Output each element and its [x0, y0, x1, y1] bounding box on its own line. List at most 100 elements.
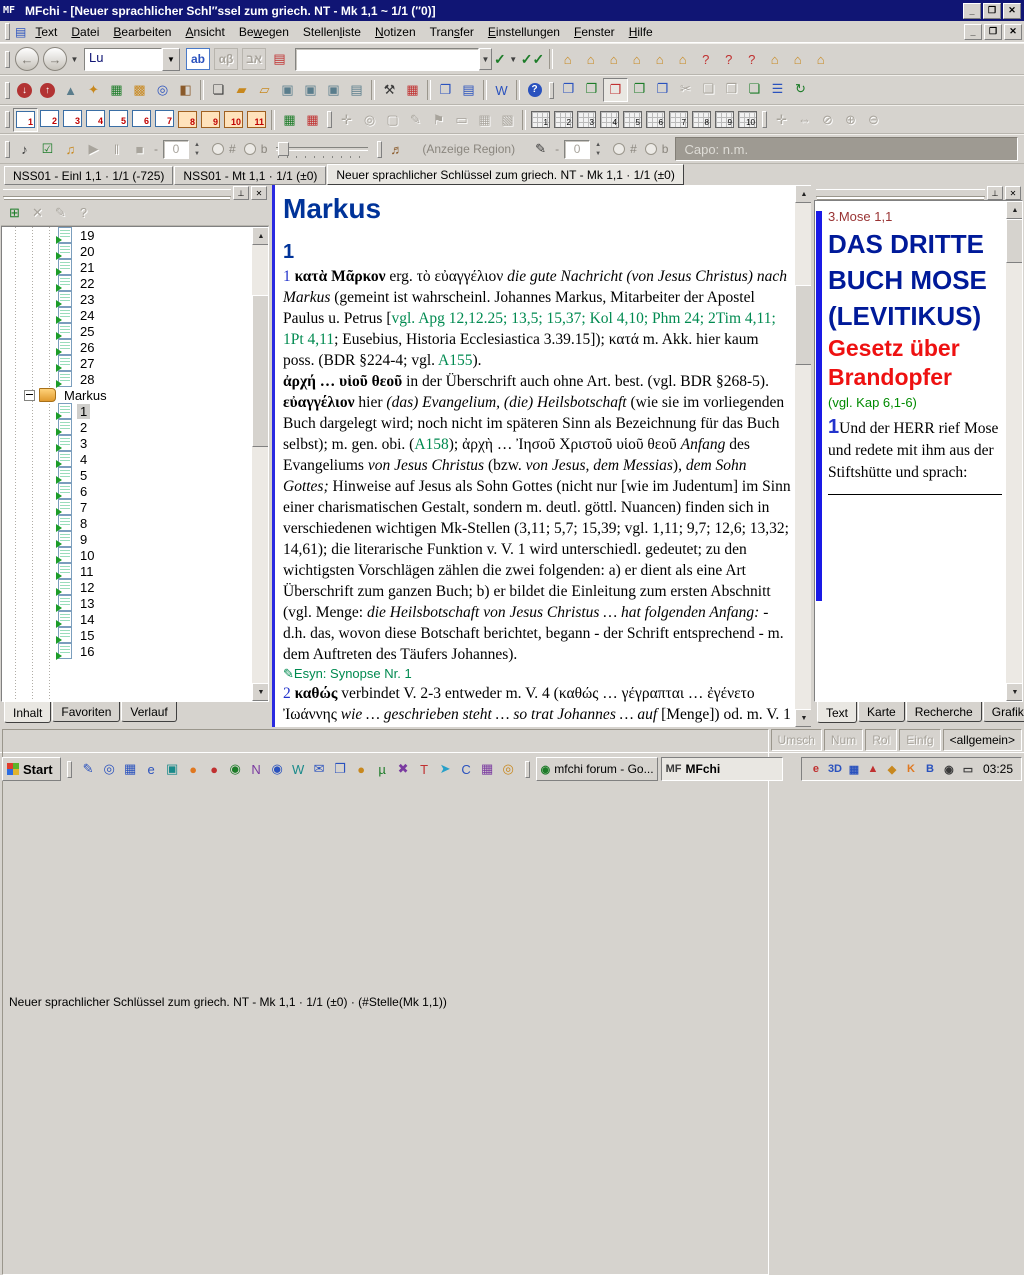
tree-item-chapter[interactable]: 26 — [2, 339, 268, 355]
tree-item-chapter[interactable]: 8 — [2, 515, 268, 531]
contents-panel-header[interactable]: ⊥ ✕ — [1, 185, 269, 200]
menu-datei[interactable]: Datei — [64, 23, 106, 41]
word-icon[interactable]: W — [288, 759, 309, 780]
tree-item-chapter[interactable]: 28 — [2, 371, 268, 387]
imaging-icon[interactable]: ▣ — [162, 759, 183, 780]
avira-tray-icon[interactable]: ▲ — [865, 763, 881, 775]
cascade-windows-button[interactable]: ❐ — [434, 79, 457, 101]
child-close-button[interactable]: ✕ — [1004, 24, 1022, 40]
bible-scrollbar[interactable]: ▲ ▼ — [1006, 201, 1022, 701]
network-places-icon[interactable]: ▦ — [120, 759, 141, 780]
zoom-width-button[interactable]: ⇔ — [793, 109, 816, 131]
task-browser[interactable]: ◉ mfchi forum - Go... — [536, 757, 658, 781]
structure-icon[interactable]: ▦ — [105, 79, 128, 101]
numbering-button[interactable]: ☑ — [36, 138, 59, 160]
table-check-button[interactable]: ▦ — [301, 109, 324, 131]
swirl-icon[interactable]: ◎ — [498, 759, 519, 780]
tree-item-chapter[interactable]: 13 — [2, 595, 268, 611]
layout-7-button[interactable]: 7 — [153, 108, 176, 130]
tree-item-chapter[interactable]: 3 — [2, 435, 268, 451]
tab-verlauf[interactable]: Verlauf — [121, 702, 176, 722]
slider-thumb[interactable] — [278, 142, 289, 156]
refresh-button[interactable]: ↻ — [789, 78, 812, 100]
table-3-button[interactable]: 3 — [575, 109, 598, 131]
print-button[interactable]: ▤ — [345, 79, 368, 101]
greek-search-toggle[interactable]: αβ — [214, 48, 238, 70]
bible-text-view[interactable]: 3.Mose 1,1 DAS DRITTE BUCH MOSE (LEVITIK… — [814, 200, 1023, 702]
layout-1-button[interactable]: 1 — [13, 108, 38, 132]
tempo-slider[interactable] — [276, 140, 368, 158]
menu-bewegen[interactable]: Bewegen — [232, 23, 296, 41]
sharp-radio[interactable] — [212, 143, 224, 155]
menu-einstellungen[interactable]: Einstellungen — [481, 23, 567, 41]
home-2-button[interactable]: ⌂ — [579, 48, 602, 70]
edit-button[interactable]: ✎ — [49, 202, 72, 224]
arrow-icon[interactable]: ➤ — [435, 759, 456, 780]
open-folder-button[interactable]: ▱ — [253, 79, 276, 101]
tile-windows-button[interactable]: ▤ — [457, 79, 480, 101]
layout-4-button[interactable]: 4 — [84, 108, 107, 130]
tree-item-chapter[interactable]: 19 — [2, 227, 268, 243]
home-6-button[interactable]: ⌂ — [671, 48, 694, 70]
tree-item-chapter[interactable]: 7 — [2, 499, 268, 515]
table-import-button[interactable]: ▦ — [278, 109, 301, 131]
scroll-down-icon[interactable]: ▼ — [795, 709, 811, 727]
panel-close-icon[interactable]: ✕ — [251, 186, 267, 200]
home-7-button[interactable]: ⌂ — [763, 48, 786, 70]
menu-transfer[interactable]: Transfer — [423, 23, 481, 41]
collapse-icon[interactable] — [24, 390, 35, 401]
year3d-tray-icon[interactable]: 3D — [827, 763, 843, 775]
spin-down-icon[interactable]: ▼ — [191, 149, 203, 158]
notes-button[interactable]: ♫ — [59, 138, 82, 160]
display-options-button[interactable]: ▦ — [401, 79, 424, 101]
zoom-select-button[interactable]: ⊘ — [816, 109, 839, 131]
paste-word-button[interactable]: ❐ — [651, 78, 674, 100]
close-button[interactable]: ✕ — [1003, 3, 1021, 19]
task-mfchi[interactable]: MF MFchi — [661, 757, 783, 781]
list-question-minus-button[interactable]: ? — [694, 48, 717, 70]
save-button[interactable]: ▣ — [276, 79, 299, 101]
reference-input[interactable] — [295, 48, 479, 71]
translation-combo[interactable]: Lu ▼ — [84, 49, 180, 70]
flat-radio[interactable] — [244, 143, 256, 155]
home-3-button[interactable]: ⌂ — [602, 48, 625, 70]
menu-fenster[interactable]: Fenster — [567, 23, 622, 41]
start-button[interactable]: Start — [2, 757, 61, 781]
tree-item-chapter[interactable]: 9 — [2, 531, 268, 547]
table-10-button[interactable]: 10 — [736, 109, 759, 131]
layout-8-button[interactable]: 8 — [176, 109, 199, 131]
new-document-button[interactable]: ❏ — [207, 79, 230, 101]
tree-item-chapter[interactable]: 6 — [2, 483, 268, 499]
home-5-button[interactable]: ⌂ — [648, 48, 671, 70]
home-1-button[interactable]: ⌂ — [556, 48, 579, 70]
panel-close-icon[interactable]: ✕ — [1005, 186, 1021, 200]
scroll-up-button[interactable]: ↑ — [36, 79, 59, 101]
table-2-button[interactable]: 2 — [552, 109, 575, 131]
volume-tray-icon[interactable]: ◉ — [941, 763, 957, 776]
restore-button[interactable]: ❐ — [983, 3, 1001, 19]
tree-item-chapter[interactable]: 25 — [2, 323, 268, 339]
move-cursor-button[interactable]: ✛ — [335, 109, 358, 131]
guitar-chords-button[interactable]: ♬ — [385, 138, 408, 160]
add-module-button[interactable]: ⊞ — [3, 202, 26, 224]
tree-item-chapter[interactable]: 23 — [2, 291, 268, 307]
tab-grafik-tabelle[interactable]: Grafik/Tabelle — [983, 702, 1024, 722]
x-icon[interactable]: ✖ — [393, 759, 414, 780]
table-4-button[interactable]: 4 — [598, 109, 621, 131]
cut-button[interactable]: ✂ — [674, 78, 697, 100]
open-button[interactable]: ▰ — [230, 79, 253, 101]
spin-up-icon[interactable]: ▲ — [191, 140, 203, 149]
table-1-button[interactable]: 1 — [529, 109, 552, 131]
transpose-stepper[interactable]: ▲ ▼ — [191, 140, 203, 158]
pin-icon[interactable]: ⊥ — [233, 186, 249, 200]
latin-search-toggle[interactable]: ab — [186, 48, 210, 70]
menu-bearbeiten[interactable]: Bearbeiten — [106, 23, 178, 41]
layout-2-button[interactable]: 2 — [38, 108, 61, 130]
home-9-button[interactable]: ⌂ — [809, 48, 832, 70]
tree-item-chapter[interactable]: 22 — [2, 275, 268, 291]
zoom-pan-button[interactable]: ✛ — [770, 109, 793, 131]
delete-button[interactable]: ✕ — [26, 202, 49, 224]
copy-button[interactable]: ❐ — [557, 78, 580, 100]
home-8-button[interactable]: ⌂ — [786, 48, 809, 70]
paste-tif-button[interactable]: ❐ — [603, 78, 628, 102]
